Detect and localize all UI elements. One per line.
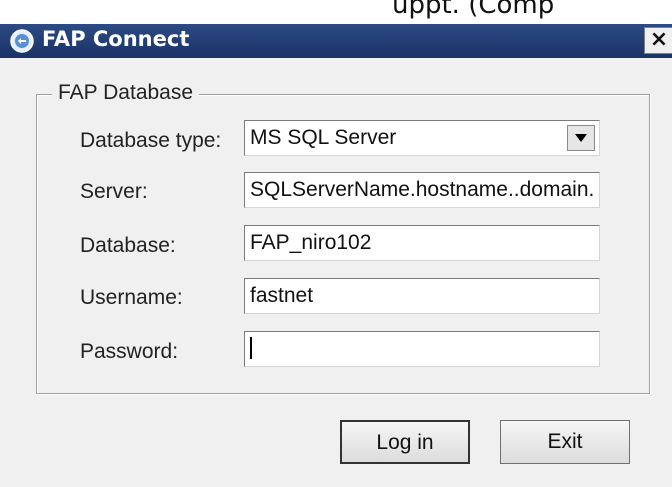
server-field[interactable]: SQLServerName.hostname..domain. [244, 172, 600, 208]
log-in-button[interactable]: Log in [340, 420, 470, 464]
username-value: fastnet [250, 284, 314, 307]
username-label: Username: [80, 286, 183, 309]
server-value: SQLServerName.hostname..domain. [250, 178, 595, 201]
app-icon [10, 29, 34, 53]
group-label: FAP Database [52, 81, 200, 105]
database-type-select[interactable]: MS SQL Server [244, 120, 600, 156]
password-field[interactable] [244, 331, 600, 367]
database-type-label: Database type: [80, 129, 222, 152]
close-button[interactable]: × [644, 27, 672, 54]
database-field[interactable]: FAP_niro102 [244, 225, 600, 261]
database-value: FAP_niro102 [250, 231, 372, 254]
window-title: FAP Connect [42, 27, 190, 51]
username-field[interactable]: fastnet [244, 278, 600, 314]
database-type-value: MS SQL Server [250, 126, 397, 149]
background-text: uppt. (Comp [392, 0, 555, 20]
text-cursor [250, 337, 252, 360]
exit-button[interactable]: Exit [500, 420, 630, 464]
background-window-fragment: uppt. (Comp [0, 0, 672, 24]
password-label: Password: [80, 340, 179, 363]
chevron-down-icon [575, 134, 587, 142]
database-label: Database: [80, 234, 176, 257]
close-icon: × [649, 27, 669, 52]
title-bar[interactable]: FAP Connect × [0, 24, 672, 58]
server-label: Server: [80, 180, 148, 203]
dropdown-button[interactable] [567, 125, 595, 151]
